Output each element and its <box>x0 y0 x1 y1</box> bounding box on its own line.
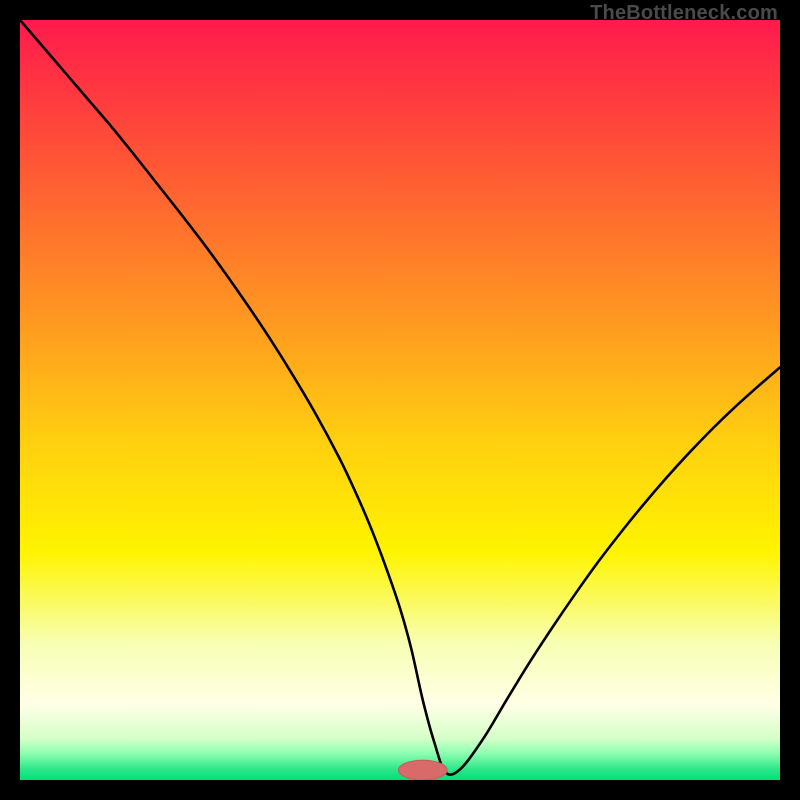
bottleneck-chart <box>20 20 780 780</box>
watermark-text: TheBottleneck.com <box>590 2 778 25</box>
chart-frame: TheBottleneck.com <box>0 0 800 800</box>
optimal-point-marker <box>398 760 447 780</box>
plot-area <box>20 20 780 780</box>
gradient-background <box>20 20 780 780</box>
